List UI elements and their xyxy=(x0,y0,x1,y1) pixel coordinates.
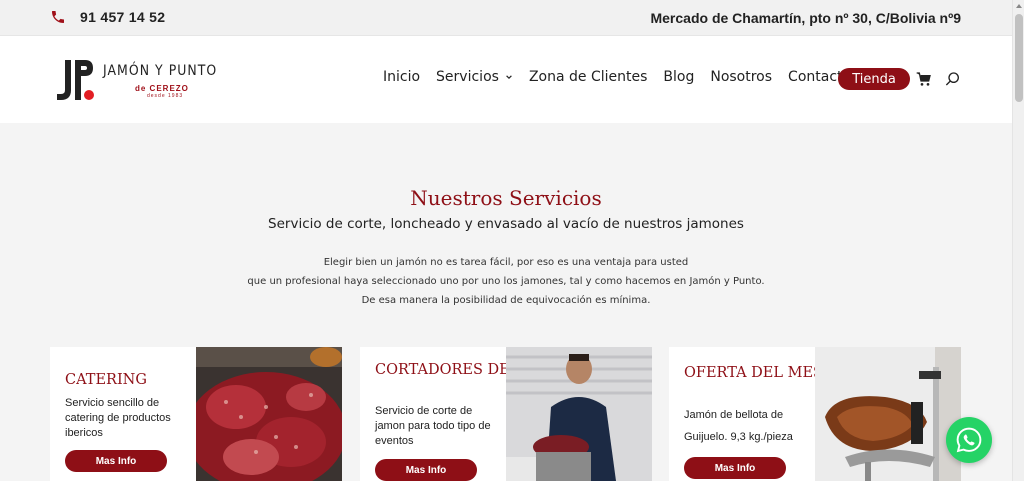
card-title: OFERTA DEL MES xyxy=(684,365,823,381)
nav-nosotros[interactable]: Nosotros xyxy=(710,69,772,85)
tienda-button[interactable]: Tienda xyxy=(838,68,910,90)
nav-servicios-label: Servicios xyxy=(436,69,499,85)
phone-number[interactable]: 91 457 14 52 xyxy=(80,9,165,25)
nav-servicios[interactable]: Servicios xyxy=(436,69,513,85)
search-icon[interactable] xyxy=(945,71,961,87)
card-text: Jamón de bellota de Guijuelo. 9,3 kg./pi… xyxy=(684,409,793,443)
store-address: Mercado de Chamartín, pto nº 30, C/Boliv… xyxy=(650,10,961,26)
logo-since: desde 1983 xyxy=(147,93,184,99)
nav-blog[interactable]: Blog xyxy=(663,69,694,85)
section-title: Nuestros Servicios xyxy=(410,186,602,210)
section-intro: Elegir bien un jamón no es tarea fácil, … xyxy=(0,253,1012,310)
logo-subtitle: de CEREZO xyxy=(135,84,189,93)
site-logo[interactable]: JAMÓN Y PUNTO de CEREZO desde 1983 xyxy=(55,58,220,102)
mas-info-button[interactable]: Mas Info xyxy=(375,459,477,481)
nav-zona-clientes[interactable]: Zona de Clientes xyxy=(529,69,647,85)
whatsapp-button[interactable] xyxy=(946,417,992,463)
phone-contact[interactable]: 91 457 14 52 xyxy=(50,9,165,25)
mas-info-button[interactable]: Mas Info xyxy=(684,457,786,479)
nav-inicio[interactable]: Inicio xyxy=(383,69,420,85)
intro-line: que un profesional haya seleccionado uno… xyxy=(247,276,765,287)
site-header: JAMÓN Y PUNTO de CEREZO desde 1983 Inici… xyxy=(0,36,1012,123)
cortador-image[interactable] xyxy=(506,347,652,481)
service-card-catering: CATERING Servicio sencillo de catering d… xyxy=(50,347,342,481)
intro-line: De esa manera la posibilidad de equivoca… xyxy=(361,295,651,306)
logo-title: JAMÓN Y PUNTO xyxy=(103,63,218,79)
page-scrollbar[interactable] xyxy=(1012,0,1024,481)
card-text: Servicio de corte de jamon para todo tip… xyxy=(375,405,491,447)
intro-line: Elegir bien un jamón no es tarea fácil, … xyxy=(323,257,689,268)
service-card-oferta: OFERTA DEL MES Jamón de bellota de Guiju… xyxy=(669,347,961,481)
card-text: Servicio sencillo de catering de product… xyxy=(65,397,171,439)
main-nav: Inicio Servicios Zona de Clientes Blog N… xyxy=(383,69,867,85)
logo-mark-icon xyxy=(57,60,94,100)
section-subtitle: Servicio de corte, loncheado y envasado … xyxy=(268,216,744,232)
card-title: CATERING xyxy=(65,372,147,388)
top-bar: 91 457 14 52 Mercado de Chamartín, pto n… xyxy=(0,0,1012,36)
jamon-image[interactable] xyxy=(815,347,961,481)
service-card-cortadores: CORTADORES DE JAMON Servicio de corte de… xyxy=(360,347,652,481)
whatsapp-icon xyxy=(956,427,982,453)
chevron-down-icon xyxy=(506,75,512,80)
scroll-up-icon[interactable] xyxy=(1015,2,1023,10)
scrollbar-thumb[interactable] xyxy=(1015,14,1023,102)
phone-icon xyxy=(52,11,64,23)
cart-icon[interactable] xyxy=(916,71,932,87)
catering-image[interactable] xyxy=(196,347,342,481)
mas-info-button[interactable]: Mas Info xyxy=(65,450,167,472)
